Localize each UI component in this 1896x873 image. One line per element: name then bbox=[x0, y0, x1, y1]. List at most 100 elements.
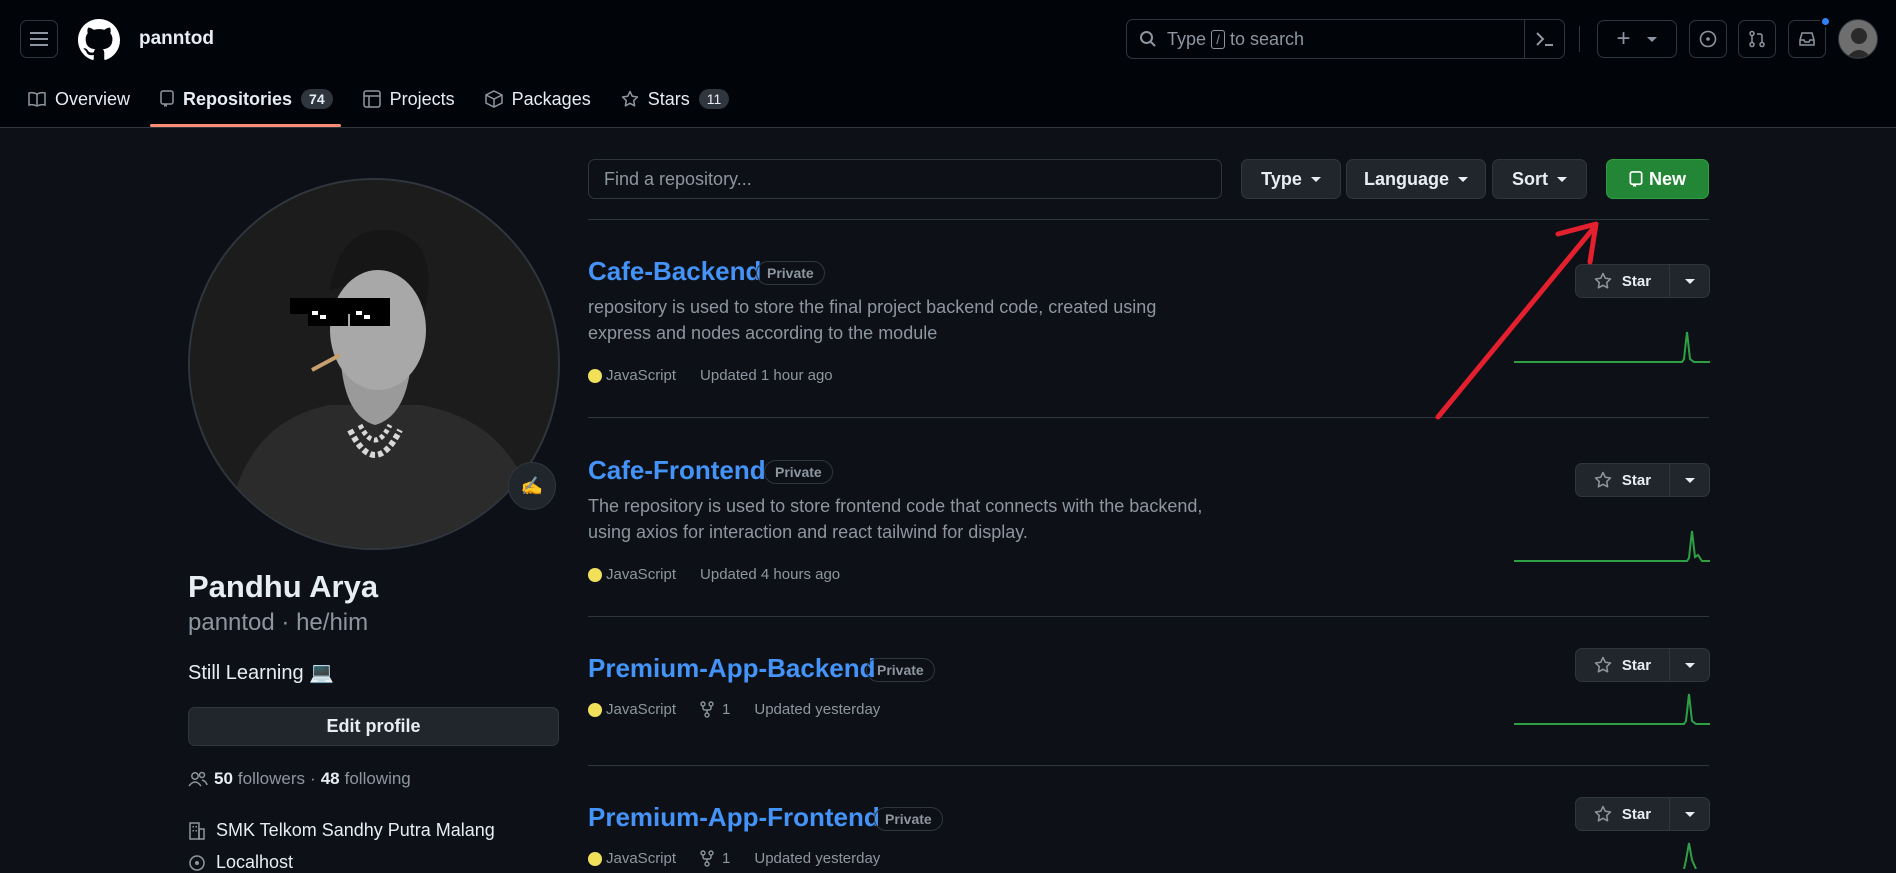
repo-language: JavaScript bbox=[606, 850, 677, 867]
star-button[interactable]: Star bbox=[1576, 798, 1670, 830]
repo-forked-icon bbox=[700, 701, 714, 718]
language-filter-label: Language bbox=[1363, 168, 1449, 189]
activity-sparkline bbox=[1514, 693, 1710, 725]
package-icon bbox=[484, 90, 503, 108]
tab-packages[interactable]: Packages bbox=[484, 84, 591, 114]
pull-requests-button[interactable] bbox=[1738, 20, 1776, 58]
profile-avatar[interactable] bbox=[188, 178, 560, 550]
github-logo-icon[interactable] bbox=[78, 19, 120, 61]
user-avatar[interactable] bbox=[1838, 19, 1878, 59]
avatar-image bbox=[1839, 20, 1877, 58]
issues-button[interactable] bbox=[1689, 20, 1727, 58]
repositories-count-badge: 74 bbox=[301, 89, 333, 109]
divider bbox=[588, 765, 1709, 766]
active-tab-indicator bbox=[150, 124, 341, 127]
new-repository-button[interactable]: New bbox=[1606, 159, 1709, 199]
visibility-badge: Private bbox=[866, 658, 935, 682]
type-filter-dropdown[interactable]: Type bbox=[1241, 159, 1341, 199]
activity-sparkline bbox=[1514, 331, 1710, 363]
repo-meta: JavaScript 1 Updated yesterday bbox=[588, 850, 880, 867]
inbox-icon bbox=[1799, 32, 1815, 46]
create-new-button[interactable]: + bbox=[1597, 20, 1677, 58]
repo-forked-icon bbox=[700, 850, 714, 867]
star-label: Star bbox=[1621, 272, 1652, 290]
star-list-dropdown[interactable] bbox=[1670, 464, 1709, 496]
repo-list-item: Premium-App-Backend Private JavaScript 1… bbox=[588, 648, 1710, 753]
tab-packages-label: Packages bbox=[511, 88, 591, 109]
location-name: Localhost bbox=[216, 852, 294, 872]
notification-dot bbox=[1820, 16, 1831, 27]
command-palette-button[interactable] bbox=[1524, 20, 1564, 58]
context-username[interactable]: panntod bbox=[139, 28, 214, 50]
header-divider bbox=[1579, 26, 1580, 52]
following-count: 48 bbox=[320, 769, 340, 788]
repo-updated: Updated yesterday bbox=[754, 850, 881, 867]
star-list-dropdown[interactable] bbox=[1670, 265, 1709, 297]
find-repository-placeholder: Find a repository... bbox=[604, 168, 752, 189]
search-suffix-text: to search bbox=[1230, 28, 1305, 49]
edit-profile-button[interactable]: Edit profile bbox=[188, 707, 559, 746]
tab-stars-label: Stars bbox=[647, 88, 690, 109]
set-status-button[interactable]: ✍ bbox=[508, 462, 556, 510]
forks-count: 1 bbox=[722, 850, 731, 867]
repo-language: JavaScript bbox=[606, 367, 677, 384]
hamburger-icon bbox=[30, 32, 48, 46]
language-color-dot bbox=[588, 368, 602, 383]
language-color-dot bbox=[588, 702, 602, 717]
follow-stats: 50 followers · 48 following bbox=[188, 769, 411, 789]
star-icon bbox=[1594, 805, 1612, 822]
following-link[interactable]: 48 following bbox=[321, 769, 411, 789]
repo-updated: Updated yesterday bbox=[754, 701, 881, 718]
profile-location: Localhost bbox=[188, 852, 293, 873]
followers-label: followers bbox=[237, 769, 306, 788]
sort-dropdown[interactable]: Sort bbox=[1492, 159, 1587, 199]
star-label: Star bbox=[1621, 805, 1652, 823]
followers-link[interactable]: 50 followers bbox=[214, 769, 305, 789]
search-icon bbox=[1140, 31, 1156, 47]
star-list-dropdown[interactable] bbox=[1670, 649, 1709, 681]
profile-photo bbox=[190, 180, 558, 548]
repo-updated: Updated 4 hours ago bbox=[700, 566, 841, 583]
organization-icon bbox=[189, 821, 205, 840]
chevron-down-icon bbox=[1684, 278, 1695, 284]
repo-name-link[interactable]: Premium-App-Frontend bbox=[588, 802, 880, 833]
star-list-dropdown[interactable] bbox=[1670, 798, 1709, 830]
tab-repositories-label: Repositories bbox=[183, 88, 293, 109]
star-button-group: Star bbox=[1575, 797, 1710, 831]
repo-icon bbox=[160, 90, 174, 107]
language-color-dot bbox=[588, 851, 602, 866]
tab-overview[interactable]: Overview bbox=[28, 84, 130, 114]
global-search-input[interactable]: Type / to search bbox=[1126, 19, 1565, 59]
repo-meta: JavaScript 1 Updated yesterday bbox=[588, 701, 880, 718]
repo-updated: Updated 1 hour ago bbox=[700, 367, 833, 384]
follow-separator: · bbox=[310, 769, 316, 788]
tab-repositories[interactable]: Repositories 74 bbox=[160, 84, 333, 114]
forks-link[interactable]: 1 bbox=[700, 701, 730, 718]
chevron-down-icon bbox=[1647, 36, 1658, 42]
repo-name-link[interactable]: Cafe-Frontend bbox=[588, 455, 766, 486]
stars-count-badge: 11 bbox=[698, 89, 730, 109]
forks-link[interactable]: 1 bbox=[700, 850, 730, 867]
repo-name-link[interactable]: Cafe-Backend bbox=[588, 256, 761, 287]
tab-projects[interactable]: Projects bbox=[362, 84, 455, 114]
chevron-down-icon bbox=[1684, 662, 1695, 668]
global-header: panntod Type / to search + Overview Repo… bbox=[0, 0, 1896, 128]
star-button[interactable]: Star bbox=[1576, 464, 1670, 496]
visibility-badge: Private bbox=[756, 261, 825, 285]
star-button[interactable]: Star bbox=[1576, 649, 1670, 681]
visibility-badge: Private bbox=[764, 460, 833, 484]
tab-stars[interactable]: Stars 11 bbox=[621, 84, 730, 114]
language-filter-dropdown[interactable]: Language bbox=[1346, 159, 1486, 199]
repo-list-item: Premium-App-Frontend Private JavaScript … bbox=[588, 797, 1710, 869]
repo-icon bbox=[1629, 170, 1643, 187]
language-color-dot bbox=[588, 567, 602, 582]
repo-name-link[interactable]: Premium-App-Backend bbox=[588, 653, 876, 684]
terminal-icon bbox=[1535, 32, 1553, 46]
find-repository-input[interactable]: Find a repository... bbox=[588, 159, 1222, 199]
profile-handle: panntod · he/him bbox=[188, 609, 369, 636]
chevron-down-icon bbox=[1684, 477, 1695, 483]
star-button[interactable]: Star bbox=[1576, 265, 1670, 297]
followers-count: 50 bbox=[214, 769, 233, 788]
hamburger-menu-button[interactable] bbox=[20, 20, 58, 58]
inbox-button[interactable] bbox=[1788, 20, 1826, 58]
